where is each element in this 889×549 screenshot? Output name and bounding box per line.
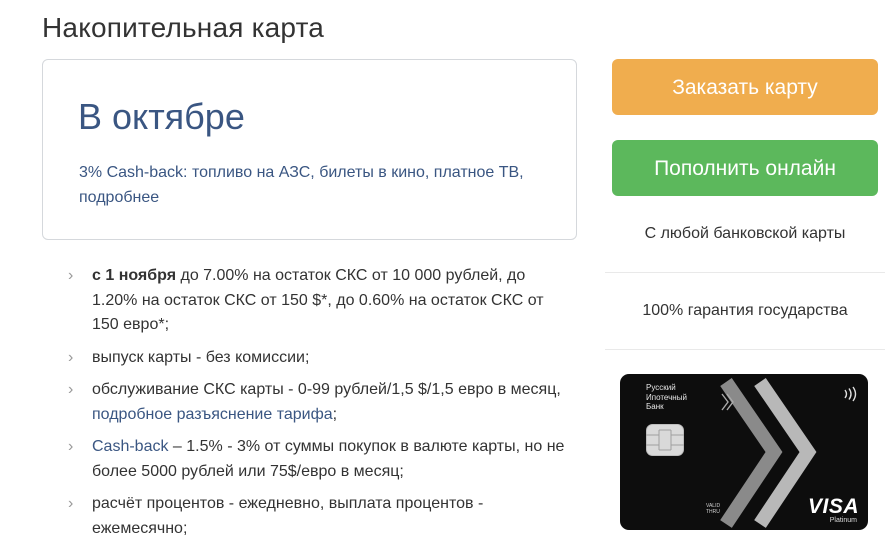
chevron-right-icon: ›: [68, 381, 74, 398]
chevron-right-icon: ›: [68, 348, 74, 366]
guarantee-note: 100% гарантия государства: [642, 302, 848, 319]
topup-online-button[interactable]: Пополнить онлайн: [612, 140, 878, 196]
cashback-link[interactable]: Cash-back: [92, 438, 168, 455]
order-card-button[interactable]: Заказать карту: [612, 59, 878, 115]
service-fee-text: обслуживание СКС карты - 0-99 рублей/1,5…: [92, 381, 561, 398]
list-item: › с 1 ноября до 7.00% на остаток СКС от …: [66, 264, 571, 338]
card-tier: Platinum: [829, 517, 857, 524]
promo-more-link[interactable]: подробнее: [79, 189, 159, 206]
card-image: Русский Ипотечный Банк VALID THRU VISA P…: [620, 374, 868, 530]
divider: [605, 272, 885, 273]
card-bank-name: Русский Ипотечный Банк: [646, 383, 687, 411]
tariff-details-link[interactable]: подробное разъяснение тарифа: [92, 406, 333, 423]
page-title: Накопительная карта: [42, 12, 325, 43]
divider: [605, 349, 885, 350]
any-card-note: С любой банковской карты: [644, 225, 846, 242]
chevron-right-icon: ›: [68, 438, 74, 455]
list-item: › выпуск карты - без комиссии;: [66, 346, 571, 371]
list-item: › расчёт процентов - ежедневно, выплата …: [66, 492, 571, 541]
card-valid-thru: VALID THRU: [706, 503, 721, 515]
chip-icon: [646, 424, 684, 456]
chevron-right-icon: ›: [68, 495, 74, 512]
list-item: › обслуживание СКС карты - 0-99 рублей/1…: [66, 378, 571, 427]
rate-date: с 1 ноября: [92, 267, 177, 284]
promo-banner: В октябре 3% Cash-back: топливо на АЗС, …: [42, 59, 577, 240]
chevron-right-icon: ›: [68, 267, 74, 284]
promo-heading: В октябре: [78, 96, 245, 137]
contactless-icon: [844, 386, 857, 402]
list-item: › Cash-back – 1.5% - 3% от суммы покупок…: [66, 435, 571, 484]
promo-description: 3% Cash-back: топливо на АЗС, билеты в к…: [79, 164, 524, 181]
issue-fee-text: выпуск карты - без комиссии;: [92, 348, 310, 366]
features-list: › с 1 ноября до 7.00% на остаток СКС от …: [66, 264, 571, 549]
promo-text[interactable]: 3% Cash-back: топливо на АЗС, билеты в к…: [79, 161, 549, 210]
interest-text: расчёт процентов - ежедневно, выплата пр…: [92, 495, 484, 537]
service-fee-suffix: ;: [332, 405, 338, 423]
visa-logo: VISA: [807, 495, 859, 518]
